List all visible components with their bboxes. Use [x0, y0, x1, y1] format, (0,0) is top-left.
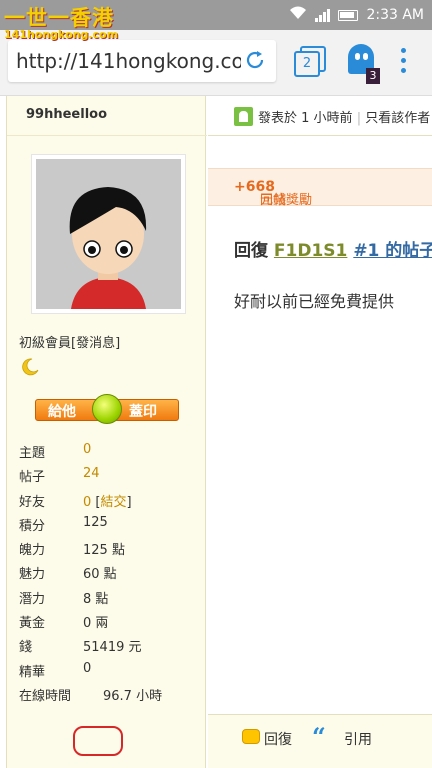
send-message-link[interactable]: 發消息	[76, 336, 115, 351]
quote-button[interactable]: 引用	[344, 729, 372, 749]
post-meta: 發表於 1 小時前 | 只看該作者	[208, 96, 432, 136]
url-bar[interactable]: http://141hongkong.com	[8, 40, 276, 82]
overflow-menu-icon[interactable]	[398, 48, 408, 78]
rank-label: 初級會員	[19, 336, 72, 351]
ghostery-button[interactable]: 3	[346, 44, 380, 84]
online-status-icon	[234, 107, 253, 126]
user-rank: 初級會員[發消息]	[19, 332, 120, 351]
quote-icon[interactable]: “	[312, 725, 326, 749]
reload-icon[interactable]	[244, 49, 266, 71]
wifi-icon	[289, 6, 307, 24]
reply-icon[interactable]	[242, 729, 260, 744]
ghost-badge: 3	[366, 68, 380, 84]
red-circle-annotation	[73, 726, 123, 756]
user-sidebar: 99hheelloo 初級會員[發消息] 給他 蓋印 主題 0 帖子 24 好友…	[6, 96, 207, 768]
posts-link[interactable]: 24	[83, 466, 100, 481]
stamp-circle-icon	[92, 394, 122, 424]
post-time: 發表於 1 小時前	[258, 111, 353, 126]
reply-heading: 回復 F1D1S1 #1 的帖子	[234, 236, 432, 261]
rank-bracket-close: ]	[115, 336, 121, 351]
only-author-link[interactable]: 只看該作者	[365, 111, 430, 126]
post-body: 好耐以前已經免費提供	[234, 292, 395, 311]
page-content: 99hheelloo 初級會員[發消息] 給他 蓋印 主題 0 帖子 24 好友…	[0, 96, 432, 768]
stamp-button[interactable]: 給他 蓋印	[35, 394, 179, 424]
tabs-count: 2	[294, 51, 320, 77]
add-friend-link[interactable]: 結交	[101, 495, 127, 510]
username-row: 99hheelloo	[7, 96, 207, 136]
battery-icon	[338, 9, 359, 21]
stamp-left-label: 給他	[48, 404, 76, 420]
status-bar: 一世一香港 2:33 AM	[0, 0, 432, 30]
post-column: 發表於 1 小時前 | 只看該作者 回帖獎勵 +668 元錢 回復 F1D1S1…	[208, 96, 432, 768]
url-text[interactable]: http://141hongkong.com	[16, 49, 241, 73]
reply-reward-banner: 回帖獎勵 +668 元錢	[208, 168, 432, 208]
moon-icon	[21, 358, 39, 376]
tabs-button[interactable]: 2	[294, 46, 326, 78]
status-icons: 2:33 AM	[289, 6, 424, 24]
stamp-right-label: 蓋印	[129, 404, 157, 420]
clock: 2:33 AM	[366, 7, 424, 23]
threads-link[interactable]: 0	[83, 442, 91, 457]
reply-button[interactable]: 回復	[264, 729, 292, 749]
ghost-eye-icon	[355, 53, 360, 60]
username-link[interactable]: 99hheelloo	[26, 107, 107, 122]
post-actions: 回復 “ 引用	[208, 714, 432, 768]
reply-floor-link[interactable]: #1 的帖子	[353, 241, 432, 261]
avatar[interactable]	[31, 154, 186, 314]
avatar-image[interactable]	[36, 159, 181, 309]
site-logo-domain: 141hongkong.com	[4, 28, 119, 41]
ghost-eye-icon	[363, 53, 368, 60]
reply-user-link[interactable]: F1D1S1	[274, 241, 347, 261]
signal-icon	[315, 8, 331, 22]
